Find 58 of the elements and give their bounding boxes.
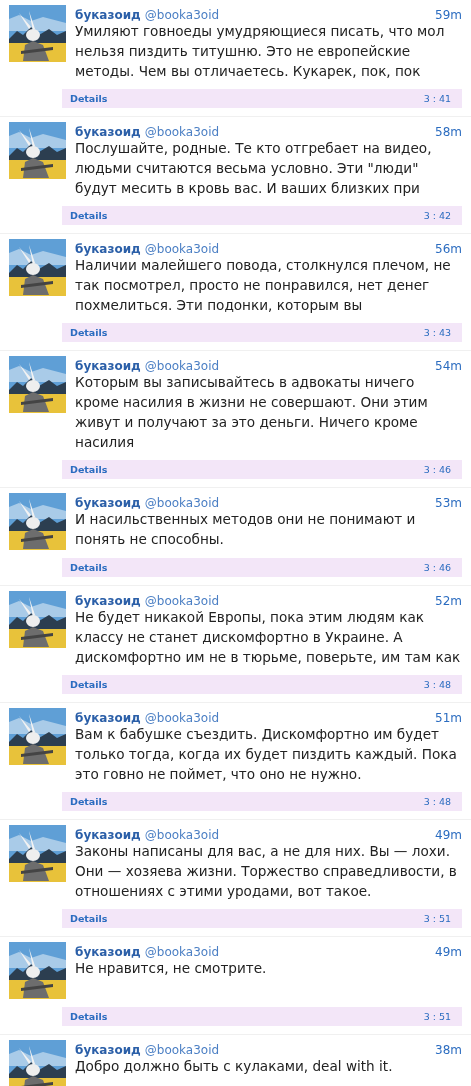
tweet-time: 3 : 51 xyxy=(423,913,451,924)
details-link[interactable]: Details xyxy=(70,210,108,221)
tweet-age: 51m xyxy=(435,711,462,725)
details-link[interactable]: Details xyxy=(70,464,108,475)
tweet-time: 3 : 48 xyxy=(423,796,451,807)
details-link[interactable]: Details xyxy=(70,327,108,338)
details-link[interactable]: Details xyxy=(70,93,108,104)
user-handle: @booka3oid xyxy=(144,359,220,373)
user-handle: @booka3oid xyxy=(144,8,220,22)
tweet-time: 3 : 46 xyxy=(423,464,451,475)
tweet-time: 3 : 51 xyxy=(423,1011,451,1022)
tweet-text: Послушайте, родные. Те кто отгребает на видео, людьми считаются весьма условно. Эти "люди" будут месить в кровь вас. И ваших близких при xyxy=(75,139,433,198)
tweet-text: Вам к бабушке съездить. Дискомфортно им будет только тогда, когда их будет пиздить каждый. Пока это говно не поймет, что оно не нужно. xyxy=(75,725,458,784)
tweet-time: 3 : 41 xyxy=(423,93,451,104)
user-name[interactable]: буказоид xyxy=(75,945,141,959)
user-name[interactable]: буказоид xyxy=(75,8,141,22)
tweet-age: 53m xyxy=(435,496,462,510)
user-name[interactable]: буказоид xyxy=(75,594,141,608)
user-name[interactable]: буказоид xyxy=(75,496,141,510)
user-handle: @booka3oid xyxy=(144,828,220,842)
tweet-age: 58m xyxy=(435,125,462,139)
tweet-text: Законы написаны для вас, а не для них. Вы — лохи. Они — хозяева жизни. Торжество справедливости, в отношениях с этими уродами, вот такое. xyxy=(75,842,458,901)
details-link[interactable]: Details xyxy=(70,679,108,690)
tweet-text: Которым вы записывайтесь в адвокаты ничего кроме насилия в жизни не совершают. Они этим живут и получают за это деньги. Ничего кроме насилия xyxy=(75,373,429,452)
tweet-time: 3 : 43 xyxy=(423,327,451,338)
details-link[interactable]: Details xyxy=(70,562,108,573)
user-handle: @booka3oid xyxy=(144,125,220,139)
tweet-text: Наличии малейшего повода, столкнулся плечом, не так посмотрел, просто не понравился, нет денег похмелиться. Эти подонки, которым вы xyxy=(75,256,452,315)
tweet-time: 3 : 42 xyxy=(423,210,451,221)
tweet-age: 49m xyxy=(435,828,462,842)
tweet-age: 49m xyxy=(435,945,462,959)
tweet-age: 38m xyxy=(435,1043,462,1057)
tweet-text: Не будет никакой Европы, пока этим людям как классу не станет дискомфортно в Украине. А дискомфортно им не в тюрьме, поверьте, им там как xyxy=(75,608,462,667)
tweet-age: 52m xyxy=(435,594,462,608)
user-name[interactable]: буказоид xyxy=(75,359,141,373)
user-handle: @booka3oid xyxy=(144,242,220,256)
tweet-age: 56m xyxy=(435,242,462,256)
details-link[interactable]: Details xyxy=(70,913,108,924)
tweet-time: 3 : 46 xyxy=(423,562,451,573)
user-name[interactable]: буказоид xyxy=(75,711,141,725)
user-name[interactable]: буказоид xyxy=(75,828,141,842)
user-handle: @booka3oid xyxy=(144,594,220,608)
user-handle: @booka3oid xyxy=(144,945,220,959)
details-link[interactable]: Details xyxy=(70,1011,108,1022)
user-handle: @booka3oid xyxy=(144,496,220,510)
tweet-text: Умиляют говноеды умудряющиеся писать, что мол нельзя пиздить титушню. Это не европейские методы. Чем вы отличаетесь. Кукарек, пок, пок xyxy=(75,22,446,81)
tweet-age: 59m xyxy=(435,8,462,22)
user-name[interactable]: буказоид xyxy=(75,125,141,139)
tweet-time: 3 : 48 xyxy=(423,679,451,690)
user-handle: @booka3oid xyxy=(144,711,220,725)
tweet-text: Не нравится, не смотрите. xyxy=(75,959,268,978)
user-name[interactable]: буказоид xyxy=(75,242,141,256)
details-link[interactable]: Details xyxy=(70,796,108,807)
user-handle: @booka3oid xyxy=(144,1043,220,1057)
tweet-text: Добро должно быть с кулаками, deal with it. xyxy=(75,1057,394,1076)
tweet-text: И насильственных методов они не понимают и понять не способны. xyxy=(75,510,417,549)
user-name[interactable]: буказоид xyxy=(75,1043,141,1057)
tweet-age: 54m xyxy=(435,359,462,373)
